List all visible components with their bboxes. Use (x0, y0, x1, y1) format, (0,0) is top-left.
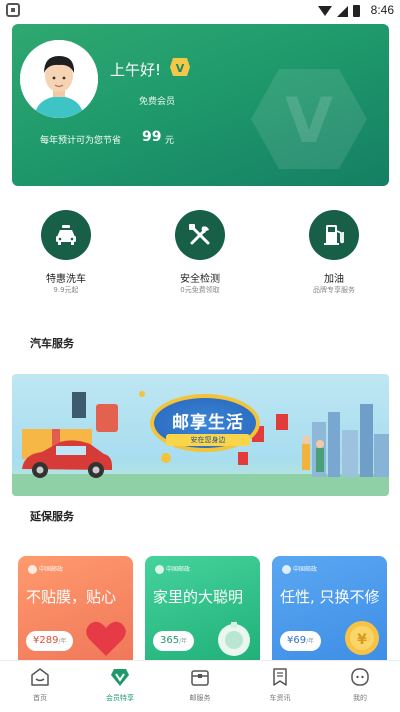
quick-service-safety-check[interactable]: 安全检测 0元免费领取 (155, 210, 245, 300)
nav-label: 我的 (353, 694, 367, 702)
china-post-logo-text: 中国邮政 (166, 566, 191, 573)
warranty-headline: 家里的大聪明 (153, 588, 244, 606)
robot-vacuum-icon (218, 622, 250, 656)
wifi-icon (318, 6, 332, 16)
china-post-logo-text: 中国邮政 (293, 566, 318, 573)
svg-text:¥: ¥ (357, 632, 367, 648)
nav-item-home[interactable]: 首页 (0, 661, 80, 712)
battery-icon (353, 5, 360, 17)
nav-label: 车资讯 (269, 694, 291, 702)
nav-item-vip[interactable]: 会员特享 (80, 661, 160, 712)
warranty-price-value: ¥69 (287, 635, 307, 646)
gold-coin-icon: ¥ (345, 621, 379, 655)
warranty-headline: 不贴膜，贴心 (26, 588, 117, 606)
warranty-price-unit: /年 (179, 638, 188, 645)
warranty-card-replace[interactable]: 中国邮政 任性, 只换不修 ¥69/年 ¥ (272, 556, 387, 660)
promo-banner[interactable]: 邮享生活 安在您身边 (12, 374, 389, 496)
nav-label: 会员特享 (106, 694, 134, 702)
warranty-price-unit: /年 (306, 638, 315, 645)
nav-item-car-news[interactable]: 车资讯 (240, 661, 320, 712)
profile-icon (351, 668, 369, 686)
warranty-price: ¥289/年 (26, 631, 74, 651)
status-bar: 8:46 (0, 0, 400, 22)
status-time: 8:46 (370, 3, 394, 17)
saving-unit: 元 (165, 136, 175, 146)
section-title-warranty: 延保服务 (30, 510, 74, 523)
news-icon (273, 668, 287, 686)
saving-amount: 99 (142, 129, 162, 145)
vip-badge-icon: V (170, 58, 190, 76)
warranty-price: ¥69/年 (280, 631, 322, 651)
nav-label: 邮服务 (189, 694, 211, 702)
china-post-logo-icon (28, 565, 37, 574)
quick-service-title: 安全检测 (180, 274, 220, 285)
quick-service-subtitle: 9.9元起 (53, 286, 79, 294)
section-title-car-service: 汽车服务 (30, 337, 74, 350)
fuel-pump-icon (309, 210, 359, 260)
greeting-text: 上午好! (110, 61, 162, 79)
tools-icon (175, 210, 225, 260)
vip-heart-icon (111, 669, 129, 686)
avatar[interactable] (20, 40, 98, 118)
china-post-logo: 中国邮政 (28, 564, 63, 574)
quick-service-subtitle: 0元免费领取 (180, 286, 220, 294)
user-avatar-icon (20, 40, 98, 118)
vip-badge-letter: V (176, 62, 185, 75)
banner-title: 邮享生活 (172, 413, 244, 433)
nav-item-profile[interactable]: 我的 (320, 661, 400, 712)
warranty-price-value: 365 (160, 635, 180, 646)
warranty-card-screen-protector[interactable]: 中国邮政 不贴膜，贴心 ¥289/年 (18, 556, 133, 660)
vip-emblem-letter: V (285, 84, 333, 157)
quick-service-fuel[interactable]: 加油 品牌专享服务 (289, 210, 379, 300)
china-post-logo: 中国邮政 (282, 564, 317, 574)
member-level: 免费会员 (139, 97, 176, 107)
warranty-price: 365/年 (153, 631, 195, 651)
china-post-logo-icon (155, 565, 164, 574)
vip-emblem-icon: V (251, 69, 367, 169)
saving-label: 每年预计可为您节省 (40, 136, 122, 146)
warranty-price-value: ¥289 (33, 635, 59, 646)
warranty-headline: 任性, 只换不修 (280, 588, 380, 606)
status-icons (318, 5, 360, 17)
banner-subtitle: 安在您身边 (166, 434, 250, 446)
car-wash-icon (41, 210, 91, 260)
china-post-logo: 中国邮政 (155, 564, 190, 574)
bottom-nav: 首页 会员特享 邮服务 车资讯 我的 (0, 660, 400, 712)
quick-service-title: 特惠洗车 (46, 274, 86, 285)
china-post-logo-icon (282, 565, 291, 574)
banner-title-badge: 邮享生活 安在您身边 (150, 394, 260, 452)
member-card[interactable]: V 上午好! V 免费会员 每年预计可为您节省 99 元 (12, 24, 389, 186)
box-icon (191, 670, 209, 686)
quick-service-title: 加油 (324, 274, 344, 285)
signal-icon (337, 5, 348, 17)
nav-label: 首页 (33, 694, 47, 702)
notification-icon (6, 3, 20, 17)
heart-icon (86, 621, 126, 656)
warranty-price-unit: /年 (58, 638, 67, 645)
home-icon (31, 668, 49, 686)
quick-service-subtitle: 品牌专享服务 (313, 286, 355, 294)
nav-item-post-service[interactable]: 邮服务 (160, 661, 240, 712)
china-post-logo-text: 中国邮政 (39, 566, 64, 573)
quick-service-car-wash[interactable]: 特惠洗车 9.9元起 (21, 210, 111, 300)
warranty-card-smart-home[interactable]: 中国邮政 家里的大聪明 365/年 (145, 556, 260, 660)
